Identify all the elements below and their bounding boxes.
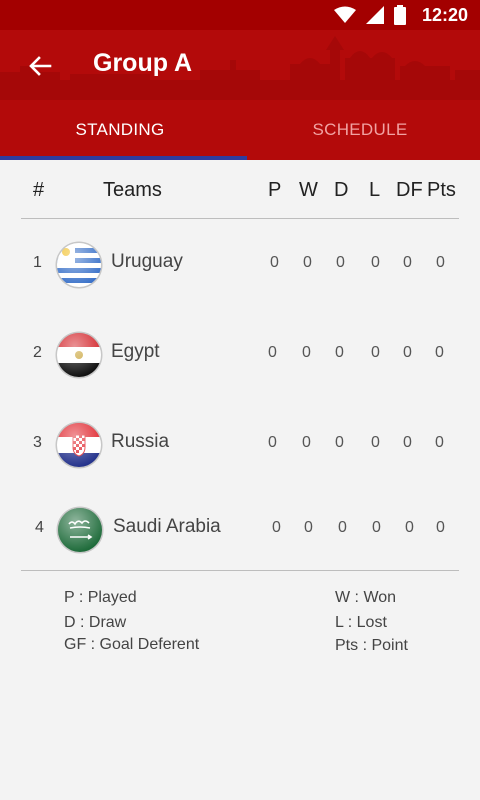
stat-diff: 0 — [403, 254, 412, 271]
col-lost-header: L — [369, 179, 381, 201]
team-name: Russia — [111, 431, 170, 452]
team-rank: 2 — [33, 344, 42, 361]
signal-icon — [365, 6, 384, 24]
app-bar: Group A — [0, 30, 480, 100]
table-row[interactable]: 3 Russia 0 0 0 0 0 0 — [21, 414, 459, 474]
stat-won: 0 — [302, 434, 311, 451]
team-name: Saudi Arabia — [113, 516, 221, 537]
back-button[interactable] — [22, 48, 58, 84]
city-skyline-decoration — [0, 36, 480, 100]
legend-lost: L : Lost — [335, 614, 387, 631]
stat-won: 0 — [304, 519, 313, 536]
legend-draw: D : Draw — [64, 614, 127, 631]
team-rank: 1 — [33, 254, 42, 271]
legend-goal-difference: GF : Goal Deferent — [64, 636, 200, 653]
stat-played: 0 — [268, 434, 277, 451]
uruguay-flag-icon — [55, 241, 103, 289]
stat-points: 0 — [435, 434, 444, 451]
stat-played: 0 — [270, 254, 279, 271]
team-rank: 3 — [33, 434, 42, 451]
saudi-arabia-flag-icon — [56, 506, 104, 554]
tab-bar: STANDING SCHEDULE — [0, 100, 480, 160]
col-rank-header: # — [33, 179, 45, 201]
page-title: Group A — [93, 49, 193, 77]
stat-diff: 0 — [403, 434, 412, 451]
tab-standing[interactable]: STANDING — [0, 100, 240, 160]
stat-points: 0 — [436, 254, 445, 271]
arrow-left-icon — [29, 56, 52, 76]
team-name: Egypt — [111, 341, 160, 362]
stat-lost: 0 — [372, 519, 381, 536]
stat-played: 0 — [272, 519, 281, 536]
stat-lost: 0 — [371, 344, 380, 361]
stat-won: 0 — [302, 344, 311, 361]
stat-played: 0 — [268, 344, 277, 361]
battery-icon — [393, 5, 406, 25]
tab-indicator — [0, 156, 247, 160]
team-name: Uruguay — [111, 251, 183, 272]
stat-points: 0 — [435, 344, 444, 361]
legend-won: W : Won — [335, 589, 397, 606]
stat-draw: 0 — [336, 254, 345, 271]
table-row[interactable]: 1 Uruguay 0 0 0 0 0 0 — [21, 234, 459, 294]
stat-won: 0 — [303, 254, 312, 271]
table-row[interactable]: 2 Egypt 0 0 0 0 0 0 — [21, 324, 459, 384]
wifi-icon — [333, 6, 356, 24]
stat-lost: 0 — [371, 254, 380, 271]
table-row[interactable]: 4 Saudi Arabia 0 0 0 0 0 0 — [21, 499, 459, 559]
status-time: 12:20 — [421, 4, 468, 25]
legend-point: Pts : Point — [335, 637, 408, 654]
tab-schedule[interactable]: SCHEDULE — [240, 100, 480, 160]
col-draw-header: D — [334, 179, 349, 201]
legend-played: P : Played — [64, 589, 137, 606]
col-played-header: P — [268, 179, 282, 201]
col-diff-header: DF — [396, 179, 423, 201]
egypt-flag-icon — [55, 331, 103, 379]
col-points-header: Pts — [427, 179, 456, 201]
stat-lost: 0 — [371, 434, 380, 451]
status-bar: 12:20 — [0, 0, 480, 30]
stat-draw: 0 — [338, 519, 347, 536]
stat-draw: 0 — [335, 344, 344, 361]
table-header: # Teams P W D L DF Pts — [21, 163, 459, 219]
stat-diff: 0 — [405, 519, 414, 536]
stat-points: 0 — [436, 519, 445, 536]
table-divider — [21, 570, 459, 571]
team-rank: 4 — [35, 519, 44, 536]
croatia-flag-icon — [55, 421, 103, 469]
col-teams-header: Teams — [103, 179, 162, 201]
col-won-header: W — [299, 179, 318, 201]
stat-diff: 0 — [403, 344, 412, 361]
stat-draw: 0 — [335, 434, 344, 451]
